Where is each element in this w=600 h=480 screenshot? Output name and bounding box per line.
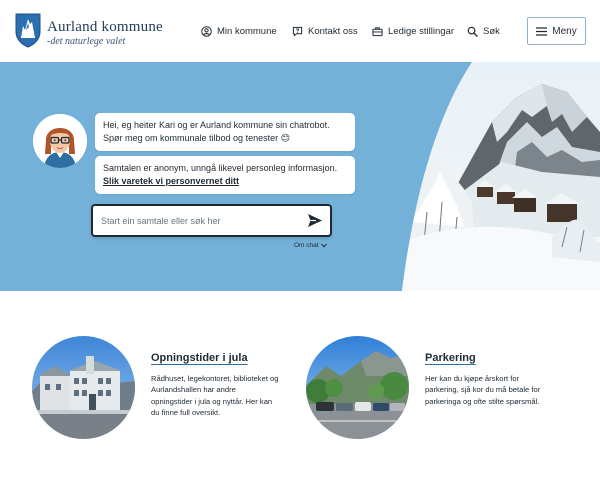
chatbot-avatar xyxy=(33,114,87,168)
site-header: Aurland kommune -det naturlege valet Min… xyxy=(0,0,600,62)
privacy-text: Samtalen er anonym, unngå likevel person… xyxy=(103,163,338,173)
chat-question-icon xyxy=(292,26,303,36)
card-text-parkering: Her kan du kjøpe årskort for parkering, … xyxy=(425,374,541,406)
chat-search-box xyxy=(91,204,332,237)
chevron-down-icon xyxy=(320,243,327,248)
nav-ledige-stillingar[interactable]: Ledige stillingar xyxy=(372,24,454,38)
nav-label: Kontakt oss xyxy=(308,25,358,37)
card-title-opningstider[interactable]: Opningstider i jula xyxy=(151,352,248,364)
card-text-opningstider: Rådhuset, legekontoret, biblioteket og A… xyxy=(151,374,279,417)
chatbot-privacy-message: Samtalen er anonym, unngå likevel person… xyxy=(95,156,355,194)
user-circle-icon xyxy=(201,25,212,37)
hero-chatbot-section: Hei, eg heiter Kari og er Aurland kommun… xyxy=(0,62,600,291)
search-icon xyxy=(467,26,478,37)
nav-min-kommune[interactable]: Min kommune xyxy=(201,24,277,38)
about-chat-label: Om chat xyxy=(294,242,319,249)
about-chat-toggle[interactable]: Om chat xyxy=(294,242,327,249)
privacy-link[interactable]: Slik varetek vi personvernet ditt xyxy=(103,175,239,188)
town-hall-photo[interactable] xyxy=(32,336,135,439)
nav-label: Min kommune xyxy=(217,25,277,37)
briefcase-icon xyxy=(372,26,383,36)
intro-text: Hei, eg heiter Kari og er Aurland kommun… xyxy=(103,120,330,143)
chatbot-intro-message: Hei, eg heiter Kari og er Aurland kommun… xyxy=(95,113,355,151)
snowy-mountain-village-photo xyxy=(402,62,600,291)
send-icon[interactable] xyxy=(307,213,323,228)
nav-label: Søk xyxy=(483,25,500,37)
nav-label: Ledige stillingar xyxy=(388,25,455,37)
brand-tagline: -det naturlege valet xyxy=(47,36,126,47)
brand-title[interactable]: Aurland kommune xyxy=(47,19,163,36)
menu-button[interactable]: Meny xyxy=(527,17,586,45)
card-title-parkering[interactable]: Parkering xyxy=(425,352,476,364)
parking-lot-photo[interactable] xyxy=(306,336,409,439)
chat-search-input[interactable] xyxy=(93,206,303,235)
nav-kontakt-oss[interactable]: Kontakt oss xyxy=(292,24,358,38)
hamburger-icon xyxy=(536,26,548,36)
municipality-coat-of-arms-logo[interactable] xyxy=(14,12,42,48)
nav-sok[interactable]: Søk xyxy=(467,24,500,38)
menu-label: Meny xyxy=(552,25,577,37)
